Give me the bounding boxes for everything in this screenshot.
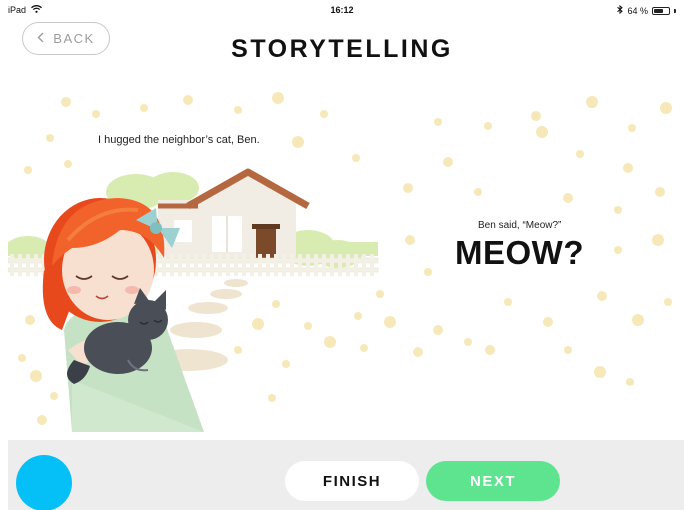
fence-picket <box>354 254 358 276</box>
avatar-button[interactable] <box>16 455 72 510</box>
fence-picket <box>274 254 278 276</box>
fence-picket <box>298 254 302 276</box>
battery-nub <box>674 8 676 13</box>
fence-picket <box>218 254 222 276</box>
story-big-text: MEOW? <box>455 234 584 271</box>
fence-picket <box>290 254 294 276</box>
status-bar: iPad 16:12 64 % <box>0 0 684 20</box>
fence-picket <box>330 254 334 276</box>
fence-picket <box>314 254 318 276</box>
next-button[interactable]: NEXT <box>426 461 560 501</box>
fence-picket <box>234 254 238 276</box>
fence-picket <box>10 254 14 276</box>
fence-picket <box>250 254 254 276</box>
battery-icon <box>652 6 670 15</box>
fence-picket <box>370 254 374 276</box>
fence-picket <box>178 254 182 276</box>
fence-picket <box>202 254 206 276</box>
fence-picket <box>210 254 214 276</box>
fence-picket <box>266 254 270 276</box>
finish-button[interactable]: FINISH <box>285 461 419 501</box>
fence-picket <box>242 254 246 276</box>
fence-picket <box>322 254 326 276</box>
status-time: 16:12 <box>330 5 354 15</box>
fence-picket <box>226 254 230 276</box>
status-right: 64 % <box>617 4 676 16</box>
battery-fill <box>654 8 663 13</box>
story-caption-left: I hugged the neighbor’s cat, Ben. <box>98 134 260 146</box>
story-illustration: I hugged the neighbor’s cat, Ben. Ben sa… <box>8 80 676 432</box>
fence-picket <box>170 254 174 276</box>
fence-picket <box>186 254 190 276</box>
page-title: STORYTELLING <box>231 35 453 63</box>
fence-picket <box>258 254 262 276</box>
fence-picket <box>18 254 22 276</box>
story-caption-right: Ben said, “Meow?” <box>478 220 562 231</box>
fence-picket <box>306 254 310 276</box>
fence-picket <box>34 254 38 276</box>
fence-picket <box>362 254 366 276</box>
fence-picket <box>346 254 350 276</box>
fence-picket <box>282 254 286 276</box>
bluetooth-icon <box>617 4 624 16</box>
fence-picket <box>194 254 198 276</box>
battery-percent: 64 % <box>627 5 648 16</box>
fence-picket <box>338 254 342 276</box>
fence-picket <box>26 254 30 276</box>
